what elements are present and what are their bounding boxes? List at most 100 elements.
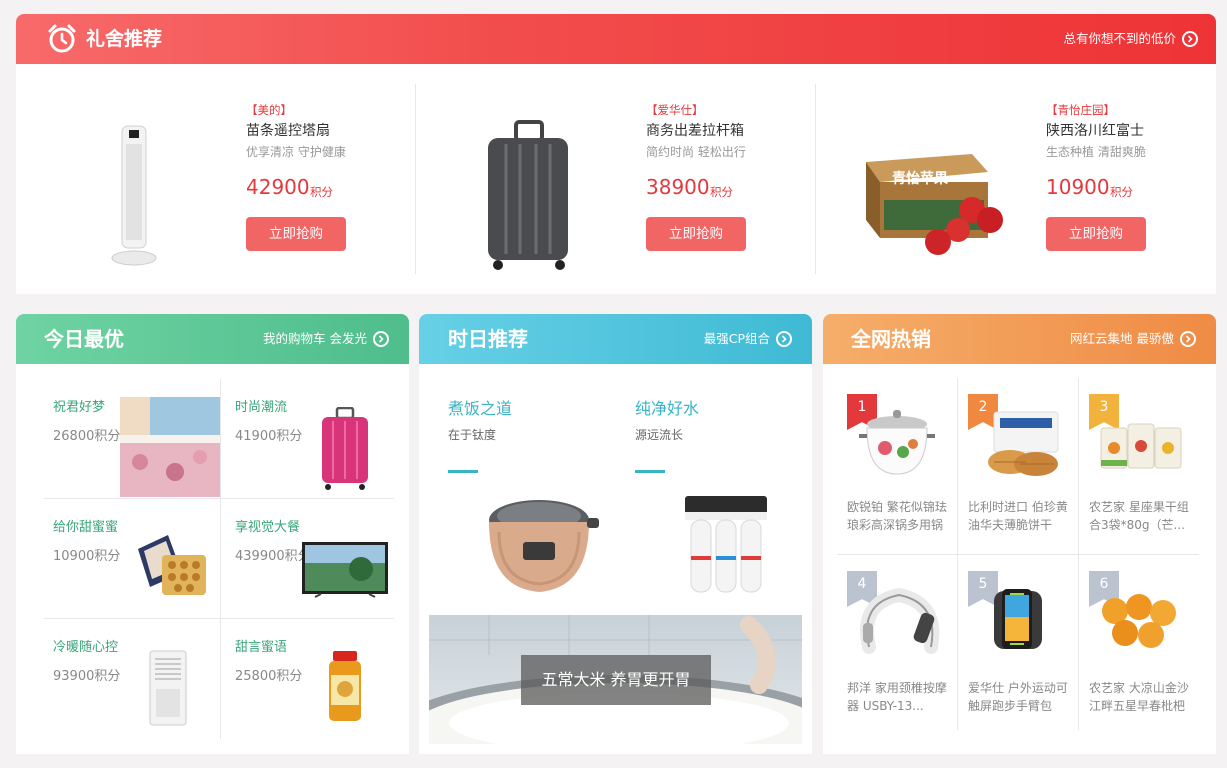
item-desc: 爱华仕 户外运动可触屏跑步手臂包 [968, 681, 1068, 713]
honey-jar-image [325, 649, 365, 729]
gift-name[interactable]: 苗条遥控塔扇 [246, 120, 330, 140]
hot-item[interactable]: 5 爱华仕 户外运动可触屏跑步手臂包 [958, 555, 1078, 731]
gift-desc: 简约时尚 轻松出行 [646, 145, 746, 159]
gift-card-suitcase[interactable]: 【爱华仕】 商务出差拉杆箱 简约时尚 轻松出行 38900 积分 立即抢购 [416, 84, 816, 274]
today-item-air-cooler[interactable]: 冷暖随心控 93900积分 [44, 619, 220, 739]
hot-item[interactable]: 1 欧锐铂 繁花似锦珐琅彩高深锅多用锅 [837, 378, 957, 554]
pink-suitcase-image [319, 406, 371, 495]
today-item-pink-suitcase[interactable]: 时尚潮流 41900积分 [221, 379, 394, 498]
item-desc: 农艺家 大凉山金沙江畔五星早春枇杷 [1089, 681, 1189, 713]
today-item-bedding[interactable]: 祝君好梦 26800积分 [44, 379, 220, 498]
today-best-title: 今日最优 [44, 327, 124, 351]
arrow-right-icon [373, 331, 389, 347]
item-title: 时尚潮流 [235, 400, 288, 415]
gift-unit: 积分 [710, 185, 733, 199]
loquat-image [1099, 593, 1179, 653]
gift-name[interactable]: 商务出差拉杆箱 [646, 120, 744, 140]
arm-bag-image [988, 585, 1048, 659]
item-price: 25800积分 [235, 669, 303, 684]
accent-bar [448, 470, 478, 473]
item-price: 439900积分 [235, 549, 311, 564]
today-item-honey[interactable]: 甜言蜜语 25800积分 [221, 619, 394, 739]
alarm-clock-icon [46, 23, 78, 55]
gift-price: 42900 [246, 175, 310, 199]
hot-sales-panel: 全网热销 网红云集地 最骄傲 1 欧锐铂 繁花似锦珐琅彩高深锅多用锅 2 比利时… [823, 314, 1216, 754]
gift-section: 礼舍推荐 总有你想不到的低价 【美的】 苗条遥控塔扇 优享清凉 守护健康 429… [16, 14, 1216, 294]
gift-more-text: 总有你想不到的低价 [1063, 31, 1176, 46]
hot-item[interactable]: 2 比利时进口 伯珍黄油华夫薄脆饼干 [958, 378, 1078, 554]
gift-desc: 优享清凉 守护健康 [246, 145, 346, 159]
apple-box-image [862, 150, 1012, 260]
daily-recommend-more-text: 最强CP组合 [703, 331, 770, 346]
gift-price: 38900 [646, 175, 710, 199]
air-cooler-image [148, 649, 188, 733]
tv-image [301, 541, 389, 605]
item-desc: 欧锐铂 繁花似锦珐琅彩高深锅多用锅 [847, 500, 947, 532]
item-title: 煮饭之道 [448, 399, 513, 418]
item-title: 纯净好水 [635, 399, 700, 418]
item-price: 10900积分 [53, 549, 121, 564]
item-desc: 比利时进口 伯珍黄油华夫薄脆饼干 [968, 500, 1068, 532]
buy-now-button[interactable]: 立即抢购 [246, 217, 346, 251]
tower-fan-image [106, 124, 166, 273]
item-title: 享视觉大餐 [235, 520, 301, 535]
daily-item-water-purifier[interactable]: 纯净好水 源远流长 [615, 374, 812, 604]
today-item-tv[interactable]: 享视觉大餐 439900积分 [221, 499, 394, 618]
suitcase-image [484, 120, 574, 276]
hot-sales-more-text: 网红云集地 最骄傲 [1070, 331, 1174, 346]
arrow-right-icon [1182, 31, 1198, 47]
item-desc: 农艺家 星座果干组合3袋*80g（芒... [1089, 500, 1189, 532]
gift-unit: 积分 [1110, 185, 1133, 199]
hot-item[interactable]: 3 农艺家 星座果干组合3袋*80g（芒... [1079, 378, 1199, 554]
dried-fruit-image [1097, 418, 1185, 478]
daily-recommend-header: 时日推荐 最强CP组合 [419, 314, 812, 364]
rice-cooker-image [483, 492, 601, 602]
accent-bar [635, 470, 665, 473]
daily-recommend-more-link[interactable]: 最强CP组合 [704, 314, 792, 364]
today-item-cookies[interactable]: 给你甜蜜蜜 10900积分 [44, 499, 220, 618]
hot-item[interactable]: 6 农艺家 大凉山金沙江畔五星早春枇杷 [1079, 555, 1199, 731]
daily-item-rice-cooker[interactable]: 煮饭之道 在于钛度 [419, 374, 615, 604]
item-price: 26800积分 [53, 429, 121, 444]
gift-unit: 积分 [310, 185, 333, 199]
gift-price: 10900 [1046, 175, 1110, 199]
daily-recommend-panel: 时日推荐 最强CP组合 煮饭之道 在于钛度 纯净好水 源远流长 五常大米 养胃更… [419, 314, 812, 754]
bedding-image [120, 397, 220, 501]
cookie-box-image [132, 533, 208, 603]
waffle-cookies-image [980, 410, 1062, 482]
buy-now-button[interactable]: 立即抢购 [1046, 217, 1146, 251]
gift-brand: 【美的】 [246, 103, 292, 117]
water-purifier-image [683, 492, 769, 602]
item-desc: 源远流长 [635, 428, 684, 442]
today-best-more-link[interactable]: 我的购物车 会发光 [263, 314, 389, 364]
buy-now-button[interactable]: 立即抢购 [646, 217, 746, 251]
rice-banner[interactable]: 五常大米 养胃更开胃 [429, 615, 802, 744]
item-title: 给你甜蜜蜜 [53, 520, 119, 535]
item-title: 甜言蜜语 [235, 640, 288, 655]
apple-box-label: 青怡苹果 [892, 171, 948, 187]
today-best-header: 今日最优 我的购物车 会发光 [16, 314, 409, 364]
gift-title: 礼舍推荐 [86, 28, 163, 50]
item-title: 祝君好梦 [53, 400, 106, 415]
gift-header: 礼舍推荐 总有你想不到的低价 [16, 14, 1216, 64]
today-best-panel: 今日最优 我的购物车 会发光 祝君好梦 26800积分 时尚潮流 41900积分… [16, 314, 409, 754]
rice-banner-caption: 五常大米 养胃更开胃 [521, 655, 711, 705]
daily-recommend-title: 时日推荐 [448, 327, 528, 351]
hot-item[interactable]: 4 邦洋 家用颈椎按摩器 USBY-13... [837, 555, 957, 731]
arrow-right-icon [776, 331, 792, 347]
item-title: 冷暖随心控 [53, 640, 119, 655]
hot-sales-title: 全网热销 [851, 327, 931, 351]
hot-sales-more-link[interactable]: 网红云集地 最骄傲 [1070, 314, 1196, 364]
gift-more-link[interactable]: 总有你想不到的低价 [1063, 14, 1198, 64]
today-best-more-text: 我的购物车 会发光 [263, 331, 367, 346]
item-price: 93900积分 [53, 669, 121, 684]
gift-card-apple[interactable]: 青怡苹果 【青怡庄园】 陕西洛川红富士 生态种植 清甜爽脆 10900 积分 立… [816, 84, 1216, 274]
gift-name[interactable]: 陕西洛川红富士 [1046, 120, 1144, 140]
gift-brand: 【爱华仕】 [646, 103, 704, 117]
item-desc: 在于钛度 [448, 428, 497, 442]
item-desc: 邦洋 家用颈椎按摩器 USBY-13... [847, 681, 947, 713]
neck-massager-image [855, 583, 945, 663]
item-price: 41900积分 [235, 429, 303, 444]
arrow-right-icon [1180, 331, 1196, 347]
gift-card-fan[interactable]: 【美的】 苗条遥控塔扇 优享清凉 守护健康 42900 积分 立即抢购 [16, 84, 416, 274]
